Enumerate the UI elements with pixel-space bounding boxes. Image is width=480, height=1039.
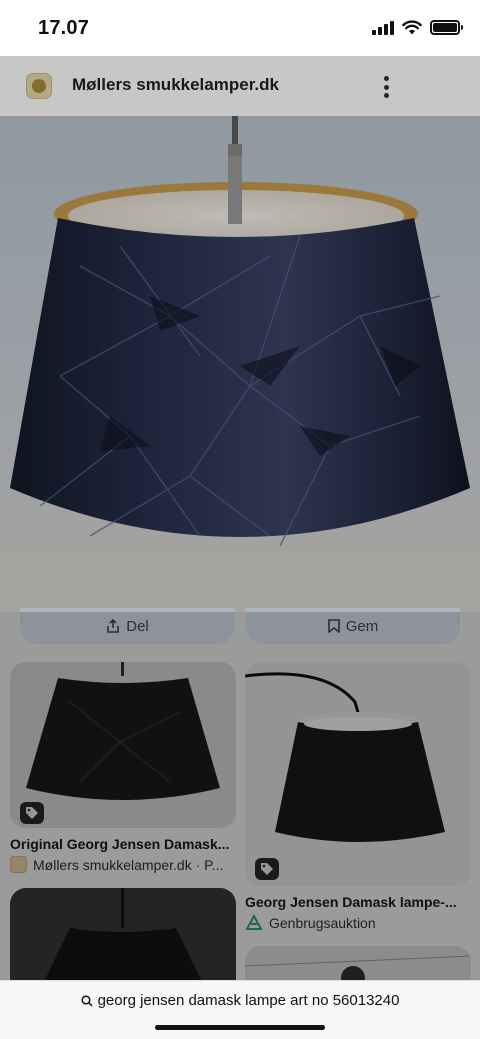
shopping-tag-icon [20,802,44,824]
save-label: Gem [345,617,379,635]
result-1-title[interactable]: Original Georg Jensen Damask... [10,836,229,852]
result-1-lamp-image [26,662,220,800]
result-2-title[interactable]: Georg Jensen Damask lampe-... [245,894,457,910]
result-card-2-image[interactable] [245,662,471,886]
home-indicator[interactable] [155,1025,325,1030]
battery-icon [430,20,463,35]
result-card-1-image[interactable] [10,662,236,828]
site-header: Møllers smukkelamper.dk [0,56,480,116]
save-button[interactable]: Gem [246,608,460,644]
image-viewer-page: Møllers smukkelamper.dk Del Gem Original… [0,56,480,1006]
more-options-icon[interactable] [384,76,390,98]
search-query-text: georg jensen damask lampe art no 5601324… [97,992,400,1009]
bookmark-icon [327,619,340,633]
result-2-source-text: Genbrugsauktion [269,915,376,931]
share-button[interactable]: Del [20,608,235,644]
shopping-tag-icon [255,858,279,880]
preview-image[interactable] [0,116,480,612]
search-icon [81,994,93,1007]
image-actions: Del Gem [0,608,480,652]
result-1-source[interactable]: Møllers smukkelamper.dk · P... [10,856,223,873]
status-time: 17.07 [38,17,90,39]
result-2-source[interactable]: Genbrugsauktion [245,914,376,932]
result-1-source-text: Møllers smukkelamper.dk · P... [33,856,224,873]
site-favicon-icon[interactable] [26,73,52,99]
result-2-lamp-image [245,672,445,842]
lampshade-image [10,116,470,547]
result-2-favicon-icon [245,914,263,930]
status-icons [372,20,463,35]
cellular-signal-icon [372,20,394,35]
share-label: Del [126,617,149,635]
search-query[interactable]: georg jensen damask lampe art no 5601324… [0,992,480,1009]
wifi-icon [402,20,422,35]
share-icon [107,619,120,633]
site-name-link[interactable]: Møllers smukkelamper.dk [72,75,279,95]
result-1-favicon-icon [10,856,27,873]
bottom-search-bar[interactable]: georg jensen damask lampe art no 5601324… [0,980,480,1039]
status-bar: 17.07 [0,0,480,56]
